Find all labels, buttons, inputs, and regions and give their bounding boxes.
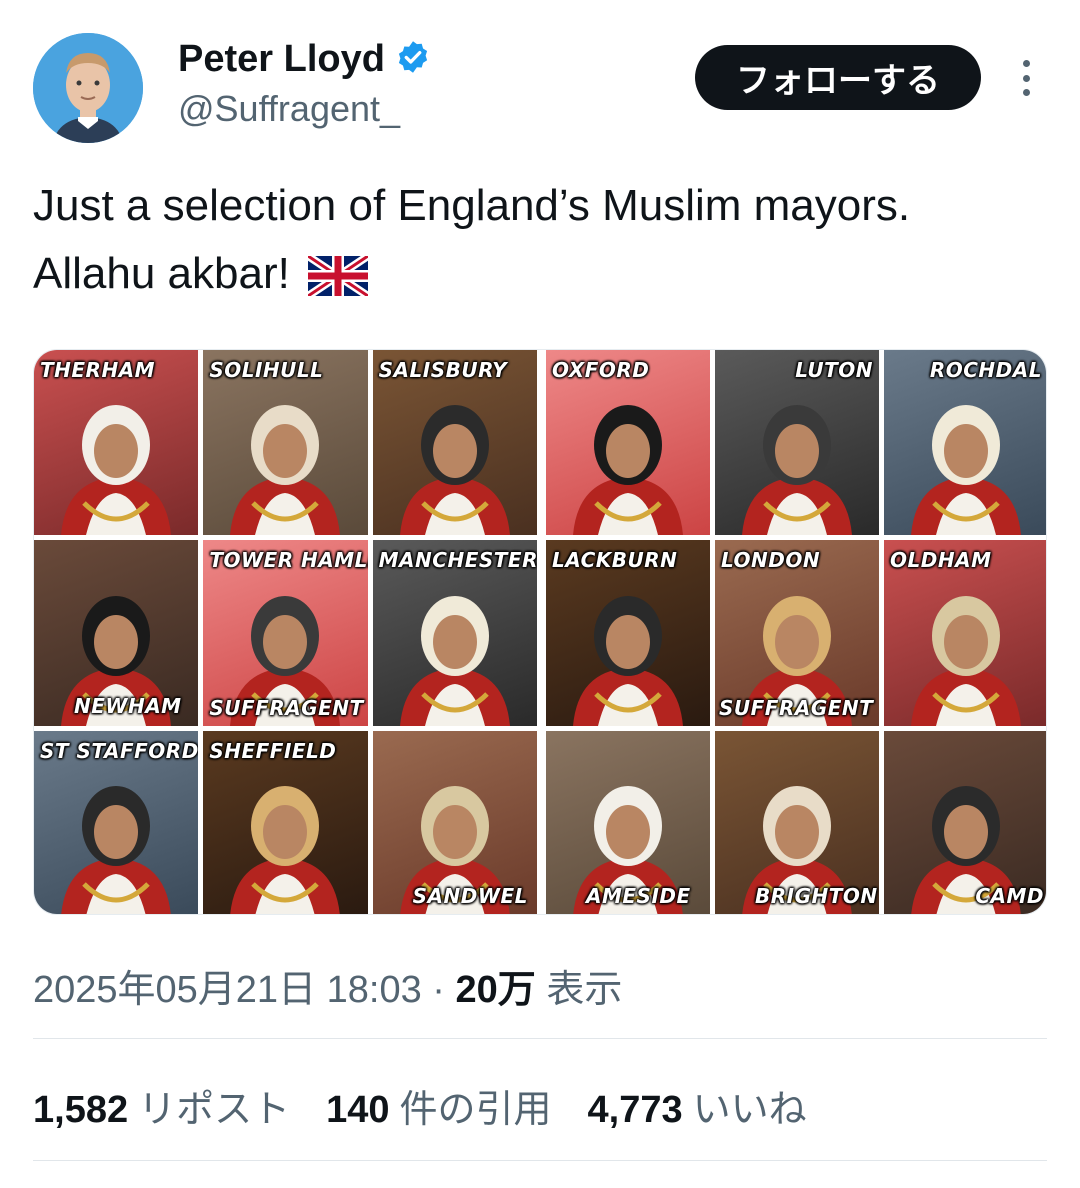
tweet-media[interactable]: THERHAM SOLIHULL SALISBURY NEWHAM TOWER HAML… — [33, 349, 1047, 915]
mayor-city-label: ST STAFFORD — [40, 738, 199, 763]
flag-united-kingdom-icon — [308, 256, 369, 297]
mayor-portrait — [61, 785, 171, 914]
mayor-city-label: THERHAM — [40, 358, 156, 382]
mayor-portrait — [573, 595, 683, 726]
mayor-portrait — [573, 405, 683, 536]
mayor-city-label: MANCHESTER C — [378, 548, 537, 573]
mayor-photo-tile: BRIGHTON — [715, 730, 879, 914]
follow-button[interactable]: フォローする — [695, 45, 981, 110]
mayor-photo-tile: MANCHESTER C — [372, 540, 537, 726]
mayor-photo-tile: THERHAM — [34, 350, 199, 536]
meta-separator: · — [432, 969, 445, 1011]
mayor-city-label: AMESIDE — [586, 883, 691, 908]
author-name-row[interactable]: Peter Lloyd — [178, 38, 431, 81]
reposts-stat[interactable]: 1,582 リポスト — [33, 1078, 290, 1133]
mayor-photo-tile: ROCHDAL — [884, 350, 1046, 536]
likes-count: 4,773 — [587, 1089, 683, 1131]
mayor-city-label: OXFORD — [552, 358, 650, 382]
mayor-city-label: OLDHAM — [890, 548, 992, 573]
mayor-photo-tile: SALISBURY — [372, 350, 537, 536]
reposts-count: 1,582 — [33, 1089, 129, 1131]
tweet-meta: 2025年05月21日 18:03 · 20万 表示 — [33, 958, 622, 1013]
mayor-portrait — [230, 405, 341, 536]
mayor-portrait — [399, 595, 510, 726]
reposts-label: リポスト — [138, 1089, 291, 1131]
likes-stat[interactable]: 4,773 いいね — [588, 1078, 807, 1133]
mayor-photo-tile: LACKBURN — [546, 540, 710, 726]
author-avatar[interactable] — [33, 33, 143, 143]
mayor-portrait — [399, 405, 510, 536]
tweet-stats: 1,582 リポスト 140 件の引用 4,773 いいね — [33, 1078, 807, 1133]
mayor-photo-tile: SANDWEL — [372, 730, 537, 914]
tweet-body: Just a selection of England’s Muslim may… — [33, 181, 911, 298]
mayor-photo-tile: AMESIDE — [546, 730, 710, 914]
mayor-city-label: SANDWEL — [412, 883, 528, 908]
mayor-photo-tile: SOLIHULL — [203, 350, 368, 536]
mayor-photo-tile: SHEFFIELD — [203, 730, 368, 914]
mayor-portrait — [230, 785, 341, 914]
mayor-photo-tile: LONDON SUFFRAGENT — [715, 540, 879, 726]
likes-label: いいね — [692, 1089, 807, 1131]
watermark-label: SUFFRAGENT — [209, 695, 364, 720]
views-count: 20万 — [455, 969, 536, 1011]
mayor-portrait — [61, 405, 172, 536]
mayor-city-label: SOLIHULL — [209, 358, 324, 382]
mayor-photo-tile: CAMD — [884, 730, 1046, 914]
verified-badge-icon — [395, 39, 431, 80]
views-label: 表示 — [546, 969, 623, 1011]
more-options-icon[interactable] — [1006, 56, 1046, 100]
author-display-name[interactable]: Peter Lloyd — [178, 38, 385, 81]
mayor-city-label: LACKBURN — [552, 548, 678, 573]
quotes-label: 件の引用 — [399, 1089, 552, 1131]
media-image-right[interactable]: OXFORD LUTON ROCHDAL LACKBURN LONDON SUFFRAGE… — [546, 350, 1046, 914]
mayor-city-label: TOWER HAMLETS — [209, 548, 368, 573]
mayor-city-label: NEWHAM — [74, 693, 182, 718]
mayor-photo-tile: OXFORD — [546, 350, 710, 536]
mayor-photo-tile: OLDHAM — [884, 540, 1046, 726]
mayor-photo-tile: ST STAFFORD — [34, 730, 199, 914]
divider — [33, 1160, 1047, 1161]
mayor-portrait — [911, 595, 1021, 726]
author-handle[interactable]: @Suffragent_ — [178, 88, 400, 130]
mayor-portrait — [911, 405, 1021, 536]
mayor-city-label: SHEFFIELD — [209, 738, 337, 763]
mayor-city-label: ROCHDAL — [929, 358, 1042, 382]
tweet-text: Just a selection of England’s Muslim may… — [33, 172, 1033, 308]
media-image-left[interactable]: THERHAM SOLIHULL SALISBURY NEWHAM TOWER HAML… — [34, 350, 537, 914]
mayor-city-label: BRIGHTON — [755, 883, 878, 908]
divider — [33, 1038, 1047, 1039]
watermark-label: SUFFRAGENT — [719, 695, 874, 720]
quotes-count: 140 — [326, 1089, 390, 1131]
mayor-portrait — [742, 405, 852, 536]
mayor-city-label: LONDON — [721, 548, 821, 573]
mayor-city-label: LUTON — [795, 358, 873, 382]
quotes-stat[interactable]: 140 件の引用 — [326, 1078, 551, 1133]
mayor-photo-tile: NEWHAM — [34, 540, 199, 726]
tweet-timestamp[interactable]: 2025年05月21日 18:03 — [33, 969, 422, 1011]
mayor-photo-tile: LUTON — [715, 350, 879, 536]
mayor-city-label: CAMD — [975, 883, 1044, 908]
mayor-photo-tile: TOWER HAMLETS SUFFRAGENT — [203, 540, 368, 726]
mayor-city-label: SALISBURY — [378, 358, 508, 382]
